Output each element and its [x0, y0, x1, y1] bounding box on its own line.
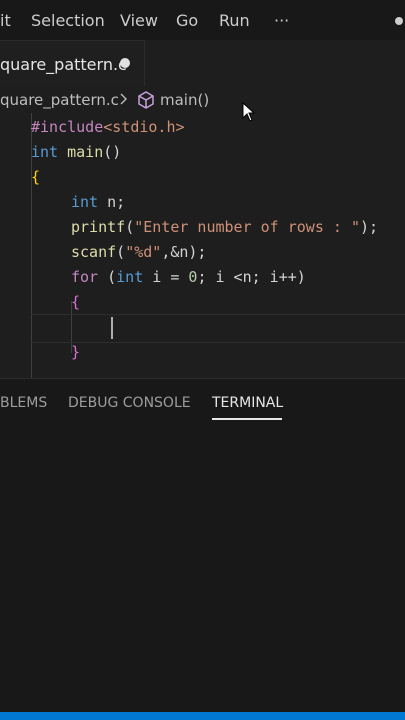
layout-indicator-icon[interactable]	[395, 17, 403, 25]
code-line-7: for (int i = 0; i <n; i++)	[71, 268, 306, 286]
bottom-panel: BLEMS DEBUG CONSOLE TERMINAL	[0, 378, 405, 713]
text-cursor	[111, 317, 113, 339]
menu-more[interactable]: ···	[274, 11, 289, 30]
tab-terminal[interactable]: TERMINAL	[212, 395, 283, 411]
editor-tab[interactable]: quare_pattern.c	[0, 40, 145, 86]
code-line-6: scanf("%d",&n);	[71, 243, 207, 261]
code-line-8: {	[71, 293, 81, 311]
status-bar	[0, 712, 405, 720]
tab-problems[interactable]: BLEMS	[0, 395, 47, 411]
code-line-5: printf("Enter number of rows : ");	[71, 218, 379, 236]
unsaved-dot-icon[interactable]	[120, 58, 130, 68]
code-editor[interactable]: #include<stdio.h> int main() { int n; pr…	[0, 113, 405, 378]
menu-bar: it Selection View Go Run ···	[0, 0, 405, 41]
breadcrumb-file[interactable]: quare_pattern.c	[0, 91, 119, 109]
breadcrumb: quare_pattern.c main()	[0, 88, 405, 112]
code-line-1: #include<stdio.h>	[31, 118, 185, 136]
editor-tab-bar: quare_pattern.c	[0, 40, 405, 86]
breadcrumb-symbol[interactable]: main()	[160, 91, 209, 109]
code-line-10: }	[71, 343, 81, 361]
cube-icon	[136, 90, 156, 114]
menu-go[interactable]: Go	[176, 11, 198, 30]
active-tab-indicator	[212, 418, 282, 420]
menu-run[interactable]: Run	[219, 11, 250, 30]
code-line-2: int main()	[31, 143, 122, 161]
menu-edit[interactable]: it	[0, 11, 11, 30]
menu-view[interactable]: View	[120, 11, 158, 30]
menu-selection[interactable]: Selection	[31, 11, 105, 30]
tab-filename: quare_pattern.c	[0, 55, 127, 74]
chevron-right-icon	[117, 88, 131, 114]
code-line-3: {	[31, 168, 41, 186]
current-line-highlight	[31, 314, 405, 343]
code-line-4: int n;	[71, 193, 126, 211]
tab-debug-console[interactable]: DEBUG CONSOLE	[68, 395, 191, 411]
